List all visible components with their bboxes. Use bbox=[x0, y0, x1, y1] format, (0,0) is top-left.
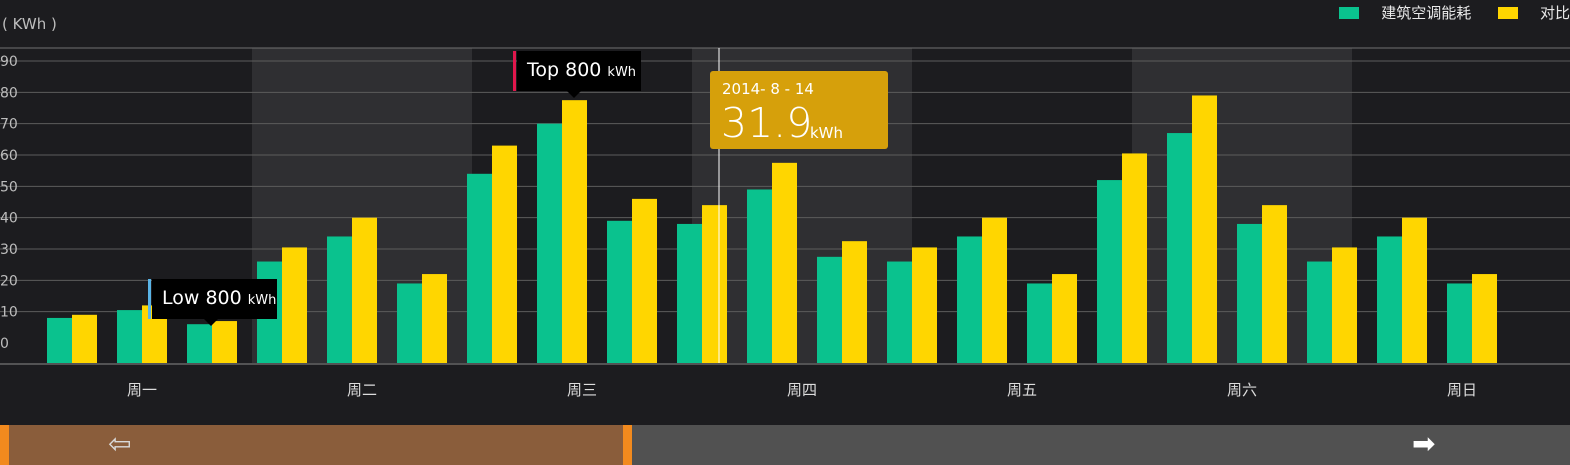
range-navigator[interactable]: ⇦ ➡ bbox=[0, 425, 1570, 465]
bar-compare bbox=[562, 100, 587, 364]
y-tick-label: 50 bbox=[0, 179, 18, 195]
right-arrow-icon[interactable]: ➡ bbox=[1412, 429, 1435, 459]
bar-compare bbox=[212, 321, 237, 363]
tooltip-unit: kWh bbox=[810, 124, 844, 142]
bar-compare bbox=[1472, 274, 1497, 363]
bar-energy bbox=[1027, 283, 1052, 363]
bar-energy bbox=[1377, 236, 1402, 363]
low-marker-bar bbox=[148, 279, 151, 319]
bar-energy bbox=[467, 173, 492, 363]
bar-compare bbox=[282, 247, 307, 363]
bar-compare bbox=[72, 314, 97, 363]
bar-energy bbox=[1237, 223, 1262, 363]
bar-compare bbox=[1262, 205, 1287, 363]
bar-compare bbox=[352, 217, 377, 363]
y-tick-label: 90 bbox=[0, 54, 18, 70]
y-tick-label: 0 bbox=[0, 336, 9, 352]
bar-energy bbox=[1447, 283, 1472, 363]
bar-compare bbox=[1122, 153, 1147, 363]
bar-compare bbox=[1402, 217, 1427, 363]
y-tick-label: 60 bbox=[0, 148, 18, 164]
bar-energy bbox=[117, 310, 142, 363]
bar-energy bbox=[887, 261, 912, 363]
bar-energy bbox=[1307, 261, 1332, 363]
bar-energy bbox=[327, 236, 352, 363]
range-handle-right[interactable] bbox=[623, 425, 632, 465]
bar-compare bbox=[632, 198, 657, 363]
bar-compare bbox=[422, 274, 447, 363]
bar-compare bbox=[1332, 247, 1357, 363]
top-marker-label: Top 800 bbox=[527, 59, 602, 81]
top-marker-bar bbox=[513, 51, 516, 91]
value-tooltip: 2014- 8 - 14 31.9 kWh bbox=[710, 71, 888, 149]
top-marker-unit: kWh bbox=[607, 65, 637, 80]
bar-compare bbox=[842, 241, 867, 363]
bar-energy bbox=[1097, 180, 1122, 363]
top-marker-pointer bbox=[567, 91, 581, 98]
bar-energy bbox=[677, 223, 702, 363]
bar-energy bbox=[397, 283, 422, 363]
x-tick-label: 周六 bbox=[1227, 381, 1257, 399]
bar-energy bbox=[47, 317, 72, 363]
bar-compare bbox=[772, 162, 797, 363]
bar-energy bbox=[747, 189, 772, 363]
bar-compare bbox=[1052, 274, 1077, 363]
x-tick-label: 周二 bbox=[347, 381, 377, 399]
bar-compare bbox=[912, 247, 937, 363]
left-arrow-icon[interactable]: ⇦ bbox=[108, 429, 131, 459]
x-tick-label: 周四 bbox=[787, 381, 817, 399]
y-tick-label: 10 bbox=[0, 305, 18, 321]
x-tick-label: 周日 bbox=[1447, 381, 1477, 399]
y-tick-label: 80 bbox=[0, 85, 18, 101]
low-marker: Low 800 kWh bbox=[148, 279, 277, 326]
low-marker-unit: kWh bbox=[247, 293, 277, 308]
y-tick-label: 30 bbox=[0, 242, 18, 258]
bar-compare bbox=[702, 205, 727, 363]
bar-chart: 90 80 70 60 50 40 30 20 10 0 周一 周二 周三 周四 周五 周六 周日 bbox=[0, 47, 1570, 399]
bar-energy bbox=[607, 220, 632, 363]
y-tick-label: 40 bbox=[0, 211, 18, 227]
bar-compare bbox=[492, 145, 517, 363]
bar-energy bbox=[1167, 133, 1192, 363]
bar-energy bbox=[187, 324, 212, 363]
bar-energy bbox=[537, 123, 562, 364]
bar-compare bbox=[982, 217, 1007, 363]
tooltip-value: 31.9 bbox=[721, 99, 813, 147]
y-tick-label: 70 bbox=[0, 117, 18, 133]
bar-energy bbox=[957, 236, 982, 363]
y-tick-label: 20 bbox=[0, 273, 18, 289]
bar-compare bbox=[1192, 95, 1217, 363]
x-tick-label: 周三 bbox=[567, 381, 597, 399]
x-tick-label: 周五 bbox=[1007, 381, 1037, 399]
range-window[interactable] bbox=[0, 425, 632, 465]
range-handle-left[interactable] bbox=[0, 425, 9, 465]
x-tick-label: 周一 bbox=[127, 381, 157, 399]
tooltip-date: 2014- 8 - 14 bbox=[722, 80, 814, 98]
top-marker: Top 800 kWh bbox=[513, 51, 641, 98]
low-marker-pointer bbox=[204, 319, 218, 326]
low-marker-label: Low 800 bbox=[162, 287, 242, 309]
bar-energy bbox=[817, 256, 842, 363]
